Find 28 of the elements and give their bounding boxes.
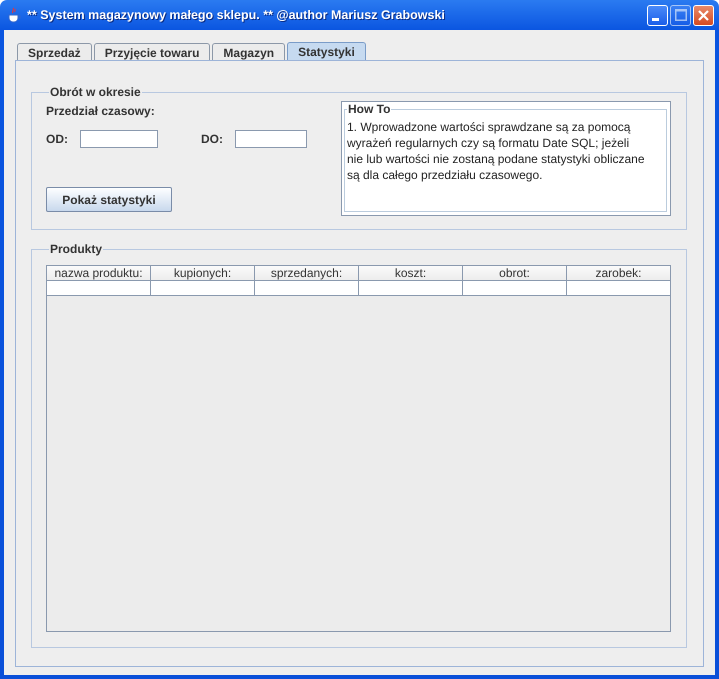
close-button[interactable] — [693, 4, 714, 26]
show-statistics-button[interactable]: Pokaż statystyki — [46, 187, 172, 212]
howto-text: 1. Wprowadzone wartości sprawdzane są za pomocą wyrażeń regularnych czy są formatu Date SQL; jeżeli nie lub wartości nie zostaną podane statystyki obliczane są dla całego przedziału czasowego. — [346, 119, 646, 184]
to-date-field[interactable] — [235, 130, 307, 148]
column-header[interactable]: koszt: — [359, 266, 463, 281]
from-date-field[interactable] — [80, 130, 158, 148]
minimize-button[interactable] — [647, 4, 668, 26]
group-title: Produkty — [49, 242, 104, 256]
maximize-button[interactable] — [670, 4, 691, 26]
coffee-cup-icon — [6, 7, 22, 23]
window-title: ** System magazynowy małego sklepu. ** @author Mariusz Grabowski — [27, 8, 446, 22]
column-header[interactable]: sprzedanych: — [255, 266, 359, 281]
column-header[interactable]: zarobek: — [567, 266, 670, 281]
range-label: Przedział czasowy: — [46, 104, 156, 118]
column-header[interactable]: nazwa produktu: — [47, 266, 151, 281]
tab[interactable]: Statystyki — [287, 42, 366, 61]
column-header[interactable]: obrot: — [463, 266, 567, 281]
tab[interactable]: Przyjęcie towaru — [94, 43, 210, 61]
column-header[interactable]: kupionych: — [151, 266, 255, 281]
maximize-icon — [674, 9, 686, 21]
from-label: OD: — [46, 132, 68, 146]
tab[interactable]: Magazyn — [212, 43, 286, 61]
close-icon — [698, 10, 709, 20]
howto-title: How To — [347, 102, 392, 116]
to-label: DO: — [201, 132, 223, 146]
group-title: Obrót w okresie — [49, 85, 142, 99]
tab[interactable]: Sprzedaż — [17, 43, 92, 61]
minimize-icon — [652, 18, 659, 20]
